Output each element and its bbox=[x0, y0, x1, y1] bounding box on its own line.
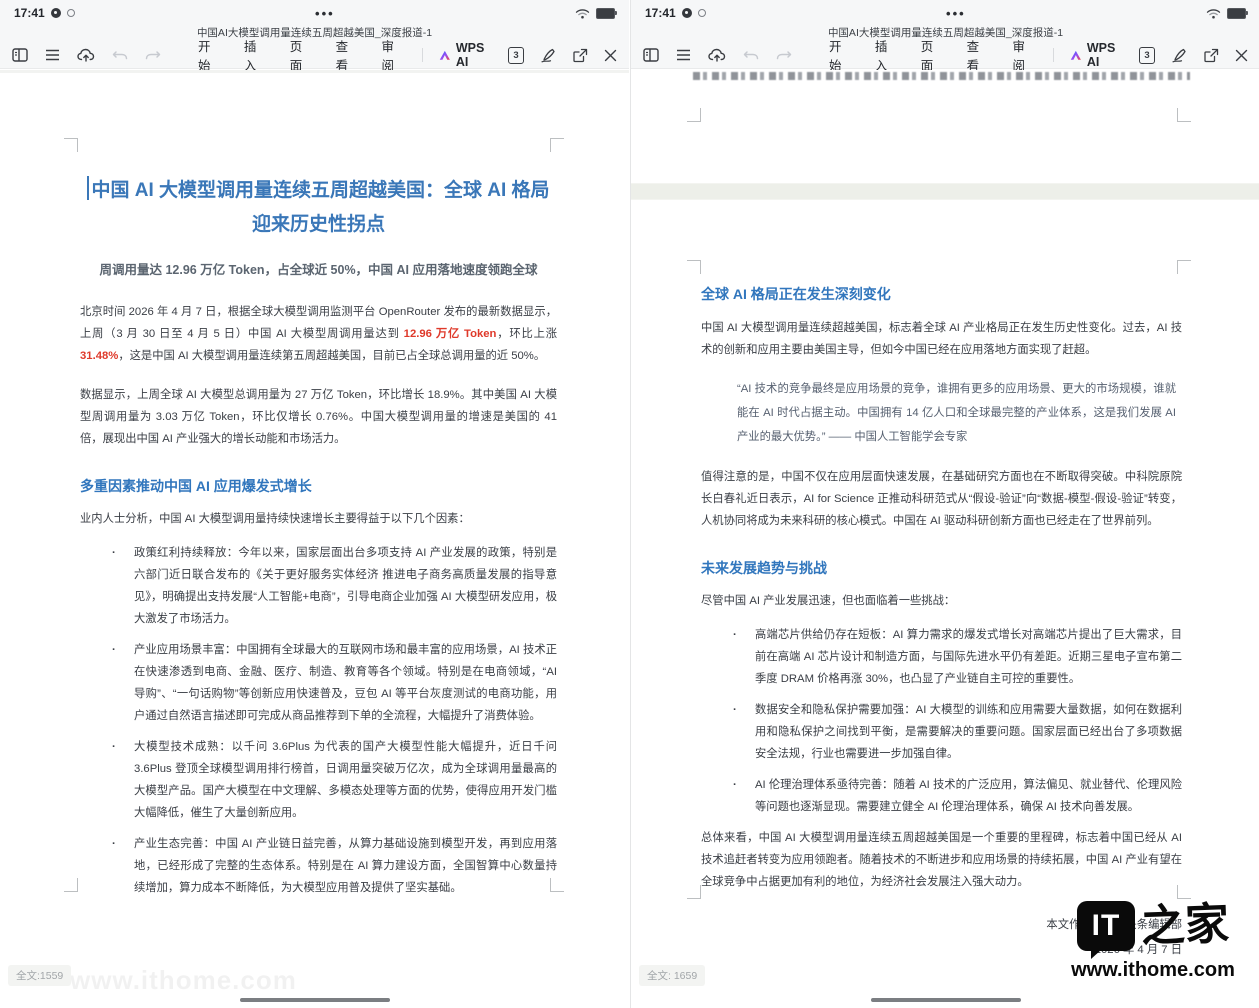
bullet-list: 政策红利持续释放：今年以来，国家层面出台多项支持 AI 产业发展的政策，特别是六… bbox=[80, 542, 557, 899]
highlight-red: 31.48% bbox=[80, 350, 118, 362]
cloud-upload-icon[interactable] bbox=[77, 48, 95, 62]
sync-status-icon bbox=[67, 9, 75, 17]
article-subtitle: 周调用量达 12.96 万亿 Token，占全球近 50%，中国 AI 应用落地… bbox=[80, 257, 557, 284]
home-indicator[interactable] bbox=[240, 998, 390, 1002]
document-canvas[interactable]: 中国 AI 大模型调用量连续五周超越美国：全球 AI 格局迎来历史性拐点 周调用… bbox=[0, 70, 629, 1008]
closing-paragraph: 总体来看，中国 AI 大模型调用量连续五周超越美国是一个重要的里程碑，标志着中国… bbox=[701, 827, 1182, 893]
paragraph: 中国 AI 大模型调用量连续超越美国，标志着全球 AI 产业格局正在发生历史性变… bbox=[701, 317, 1182, 361]
margin-mark bbox=[64, 878, 78, 892]
share-icon[interactable] bbox=[1203, 48, 1219, 63]
block-quote: “AI 技术的竞争最终是应用场景的竞争，谁拥有更多的应用场景、更大的市场规模，谁… bbox=[737, 377, 1176, 449]
pen-annotate-icon[interactable] bbox=[540, 48, 556, 63]
page-number-button[interactable]: 3 bbox=[1139, 47, 1155, 64]
tab-review[interactable]: 审阅 bbox=[369, 36, 415, 74]
highlight-red: 12.96 万亿 Token bbox=[404, 328, 497, 340]
screen: 17:41 ••• 中国AI大模型调用量连续五周超越美国_深度报道-1 bbox=[0, 0, 1259, 1008]
section-heading: 多重因素推动中国 AI 应用爆发式增长 bbox=[80, 476, 557, 496]
text-cursor bbox=[87, 176, 89, 200]
tab-home[interactable]: 开始 bbox=[185, 36, 231, 74]
toolbar-divider bbox=[1053, 48, 1054, 62]
paragraph: 数据显示，上周全球 AI 大模型总调用量为 27 万亿 Token，环比增长 1… bbox=[80, 384, 557, 450]
margin-mark bbox=[1177, 108, 1191, 122]
document-canvas[interactable]: 全球 AI 格局正在发生深刻变化 中国 AI 大模型调用量连续超越美国，标志着全… bbox=[631, 70, 1259, 1008]
tab-page[interactable]: 页面 bbox=[908, 36, 954, 74]
clipped-text-line bbox=[693, 72, 1190, 80]
section-heading: 未来发展趋势与挑战 bbox=[701, 558, 1182, 578]
margin-mark bbox=[687, 108, 701, 122]
menu-icon[interactable] bbox=[45, 49, 60, 61]
paragraph: 北京时间 2026 年 4 月 7 日，根据全球大模型调用监测平台 OpenRo… bbox=[80, 301, 557, 367]
ithome-logo-icon: IT bbox=[1077, 901, 1135, 951]
clock: 17:41 bbox=[14, 6, 45, 20]
ithome-url: www.ithome.com bbox=[1055, 959, 1251, 982]
wps-ai-button[interactable]: WPS AI bbox=[431, 41, 498, 69]
bullet-list: 高端芯片供给仍存在短板：AI 算力需求的爆发式增长对高端芯片提出了巨大需求，目前… bbox=[701, 624, 1182, 818]
pen-annotate-icon[interactable] bbox=[1171, 48, 1187, 63]
tab-page[interactable]: 页面 bbox=[277, 36, 323, 74]
wps-ai-icon bbox=[1070, 49, 1082, 62]
toolbar: 开始 插入 页面 查看 审阅 WPS AI 3 bbox=[631, 42, 1259, 69]
page-number-button[interactable]: 3 bbox=[508, 47, 524, 64]
status-bar: 17:41 ••• bbox=[631, 0, 1259, 26]
toolbar-divider bbox=[422, 48, 423, 62]
list-item: 政策红利持续释放：今年以来，国家层面出台多项支持 AI 产业发展的政策，特别是六… bbox=[110, 542, 557, 630]
margin-mark bbox=[687, 885, 701, 899]
toolbar: 开始 插入 页面 查看 审阅 WPS AI 3 bbox=[0, 42, 629, 69]
section-heading: 全球 AI 格局正在发生深刻变化 bbox=[701, 284, 1182, 304]
cloud-upload-icon[interactable] bbox=[708, 48, 726, 62]
status-bar: 17:41 ••• bbox=[0, 0, 629, 26]
ithome-logo-calligraphy: 之家 bbox=[1140, 902, 1229, 949]
list-item: 数据安全和隐私保护需要加强：AI 大模型的训练和应用需要大量数据，如何在数据利用… bbox=[731, 699, 1182, 765]
right-screenshot-panel: 17:41 ••• 中国AI大模型调用量连续五周超越美国_深度报道-1 bbox=[630, 0, 1259, 1008]
multitask-dots-icon[interactable]: ••• bbox=[946, 6, 966, 21]
wifi-icon bbox=[1206, 8, 1221, 19]
margin-mark bbox=[64, 138, 78, 152]
faint-watermark: www.ithome.com bbox=[70, 965, 297, 996]
alarm-icon bbox=[682, 8, 692, 18]
clock: 17:41 bbox=[645, 6, 676, 20]
article-title: 中国 AI 大模型调用量连续五周超越美国：全球 AI 格局迎来历史性拐点 bbox=[80, 174, 557, 242]
undo-icon[interactable] bbox=[112, 49, 128, 62]
wps-ai-icon bbox=[439, 49, 451, 62]
home-indicator[interactable] bbox=[871, 998, 1021, 1002]
tab-home[interactable]: 开始 bbox=[816, 36, 862, 74]
left-screenshot-panel: 17:41 ••• 中国AI大模型调用量连续五周超越美国_深度报道-1 bbox=[0, 0, 629, 1008]
tab-insert[interactable]: 插入 bbox=[231, 36, 277, 74]
sync-status-icon bbox=[698, 9, 706, 17]
wps-ai-button[interactable]: WPS AI bbox=[1062, 41, 1129, 69]
reading-view-icon[interactable] bbox=[643, 48, 659, 62]
list-item: 产业应用场景丰富：中国拥有全球最大的互联网市场和最丰富的应用场景，AI 技术正在… bbox=[110, 639, 557, 727]
battery-icon bbox=[1227, 8, 1246, 19]
tab-view[interactable]: 查看 bbox=[323, 36, 369, 74]
redo-icon[interactable] bbox=[776, 49, 792, 62]
margin-mark bbox=[687, 260, 701, 274]
tab-insert[interactable]: 插入 bbox=[862, 36, 908, 74]
paragraph: 尽管中国 AI 产业发展迅速，但也面临着一些挑战： bbox=[701, 590, 1182, 612]
ithome-watermark: IT 之家 www.ithome.com bbox=[1055, 901, 1251, 982]
battery-icon bbox=[596, 8, 615, 19]
list-item: 大模型技术成熟：以千问 3.6Plus 为代表的国产大模型性能大幅提升，近日千问… bbox=[110, 736, 557, 824]
tab-review[interactable]: 审阅 bbox=[1000, 36, 1046, 74]
paragraph: 值得注意的是，中国不仅在应用层面快速发展，在基础研究方面也在不断取得突破。中科院… bbox=[701, 466, 1182, 532]
close-icon[interactable] bbox=[1235, 49, 1248, 62]
undo-icon[interactable] bbox=[743, 49, 759, 62]
menu-icon[interactable] bbox=[676, 49, 691, 61]
word-count-badge: 全文:1559 bbox=[8, 965, 71, 986]
multitask-dots-icon[interactable]: ••• bbox=[315, 6, 335, 21]
tab-view[interactable]: 查看 bbox=[954, 36, 1000, 74]
reading-view-icon[interactable] bbox=[12, 48, 28, 62]
list-item: 高端芯片供给仍存在短板：AI 算力需求的爆发式增长对高端芯片提出了巨大需求，目前… bbox=[731, 624, 1182, 690]
alarm-icon bbox=[51, 8, 61, 18]
word-count-badge: 全文: 1659 bbox=[639, 965, 705, 986]
wifi-icon bbox=[575, 8, 590, 19]
list-item: AI 伦理治理体系亟待完善：随着 AI 技术的广泛应用，算法偏见、就业替代、伦理… bbox=[731, 774, 1182, 818]
share-icon[interactable] bbox=[572, 48, 588, 63]
redo-icon[interactable] bbox=[145, 49, 161, 62]
paragraph: 业内人士分析，中国 AI 大模型调用量持续快速增长主要得益于以下几个因素： bbox=[80, 508, 557, 530]
list-item: 产业生态完善：中国 AI 产业链日益完善，从算力基础设施到模型开发，再到应用落地… bbox=[110, 833, 557, 899]
close-icon[interactable] bbox=[604, 49, 617, 62]
